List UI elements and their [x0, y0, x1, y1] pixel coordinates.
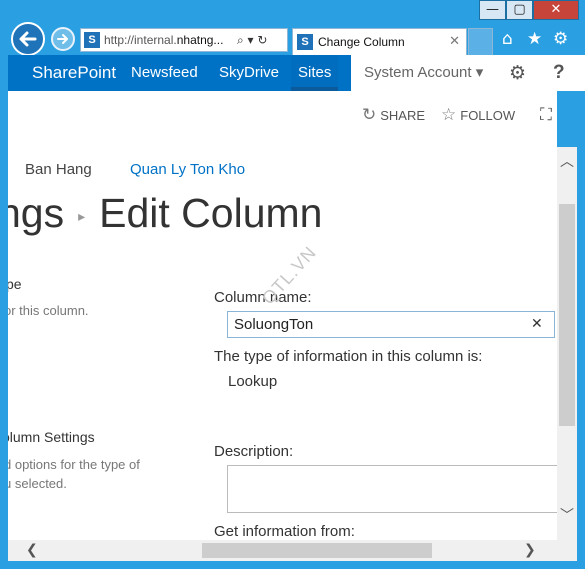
focus-content-icon[interactable]: ⛶: [540, 105, 552, 125]
tab-change-column[interactable]: S Change Column ✕: [292, 28, 467, 55]
nav-sites[interactable]: Sites: [291, 55, 339, 91]
section-name-type-desc: or this column.: [8, 303, 89, 318]
nav-newsfeed[interactable]: Newsfeed: [131, 55, 198, 91]
maximize-icon: ▢: [513, 2, 526, 17]
section-column-settings-desc-2: u selected.: [8, 476, 67, 491]
sharepoint-site-icon: S: [84, 32, 100, 48]
url-prefix: http://internal.: [104, 33, 177, 47]
page-title: ngs ▸ Edit Column: [8, 187, 322, 242]
share-button[interactable]: ↻ SHARE: [362, 105, 425, 126]
minimize-icon: —: [486, 2, 499, 17]
address-actions-icons[interactable]: ⌕ ▾ ↻: [237, 29, 267, 51]
sharepoint-brand[interactable]: SharePoint: [32, 55, 116, 91]
minimize-button[interactable]: —: [479, 0, 506, 20]
page-content: ↻ SHARE ☆ FOLLOW ⛶ Ban Hang Quan Ly Ton Kh…: [8, 91, 557, 540]
scroll-left-icon[interactable]: ❮: [26, 540, 38, 561]
suite-bar-right: System Account ▾ ⚙ ?: [351, 55, 585, 91]
scroll-down-icon[interactable]: ﹀: [557, 505, 577, 525]
follow-star-icon: ☆: [441, 105, 457, 125]
tab-close-icon[interactable]: ✕: [449, 29, 460, 55]
column-type-label: The type of information in this column i…: [214, 348, 483, 365]
breadcrumb-quan-ly-ton-kho[interactable]: Quan Ly Ton Kho: [130, 160, 245, 180]
share-icon: ↻: [362, 105, 377, 125]
vertical-scrollbar[interactable]: ︿ ﹀: [557, 147, 577, 540]
tab-title: Change Column: [318, 35, 405, 49]
nav-skydrive[interactable]: SkyDrive: [219, 55, 279, 91]
get-information-from-label: Get information from:: [214, 523, 355, 540]
follow-label: FOLLOW: [460, 108, 516, 123]
page-title-prefix: ngs: [8, 190, 65, 236]
back-button[interactable]: [11, 22, 45, 56]
back-arrow-icon: [19, 31, 37, 47]
description-textarea[interactable]: [227, 465, 557, 513]
page-title-text: Edit Column: [99, 190, 323, 236]
follow-button[interactable]: ☆ FOLLOW: [441, 105, 515, 126]
scroll-up-icon[interactable]: ︿: [557, 151, 577, 171]
title-separator-icon: ▸: [78, 208, 86, 225]
share-label: SHARE: [380, 108, 426, 123]
help-icon[interactable]: ?: [553, 55, 565, 91]
url-host: nhatng...: [176, 33, 224, 47]
section-column-settings-desc-1: d options for the type of: [8, 457, 140, 472]
home-icon[interactable]: ⌂: [502, 28, 513, 50]
forward-button[interactable]: [51, 27, 75, 51]
horizontal-scroll-thumb[interactable]: [202, 543, 432, 558]
column-name-input[interactable]: [227, 311, 555, 338]
browser-window: — ▢ ✕ S http://internal.nhatng... ⌕ ▾ ↻ …: [0, 0, 585, 569]
sharepoint-tab-icon: S: [297, 34, 313, 50]
favorites-icon[interactable]: ★: [527, 28, 542, 50]
clear-input-icon[interactable]: ✕: [531, 313, 543, 335]
description-label: Description:: [214, 443, 294, 460]
section-name-type-heading: pe: [8, 276, 22, 292]
forward-arrow-icon: [57, 34, 68, 44]
vertical-scroll-thumb[interactable]: [559, 204, 575, 426]
new-tab-button[interactable]: [468, 28, 493, 55]
account-menu[interactable]: System Account ▾: [364, 55, 483, 91]
settings-gear-icon[interactable]: ⚙: [509, 55, 526, 91]
scroll-right-icon[interactable]: ❯: [524, 540, 536, 561]
close-icon: ✕: [550, 2, 562, 17]
suite-bar: SharePoint Newsfeed SkyDrive Sites Syste…: [8, 55, 585, 91]
column-type-value: Lookup: [228, 373, 278, 390]
close-window-button[interactable]: ✕: [533, 0, 579, 20]
scrollbar-corner: [557, 540, 577, 561]
address-url[interactable]: http://internal.nhatng...: [104, 29, 234, 51]
address-bar[interactable]: S http://internal.nhatng... ⌕ ▾ ↻: [80, 28, 288, 52]
breadcrumb-ban-hang[interactable]: Ban Hang: [25, 160, 92, 180]
maximize-button[interactable]: ▢: [506, 0, 533, 20]
horizontal-scrollbar[interactable]: ❮ ❯: [8, 540, 557, 561]
tools-gear-icon[interactable]: ⚙: [553, 28, 568, 50]
section-column-settings-heading: olumn Settings: [8, 429, 95, 445]
